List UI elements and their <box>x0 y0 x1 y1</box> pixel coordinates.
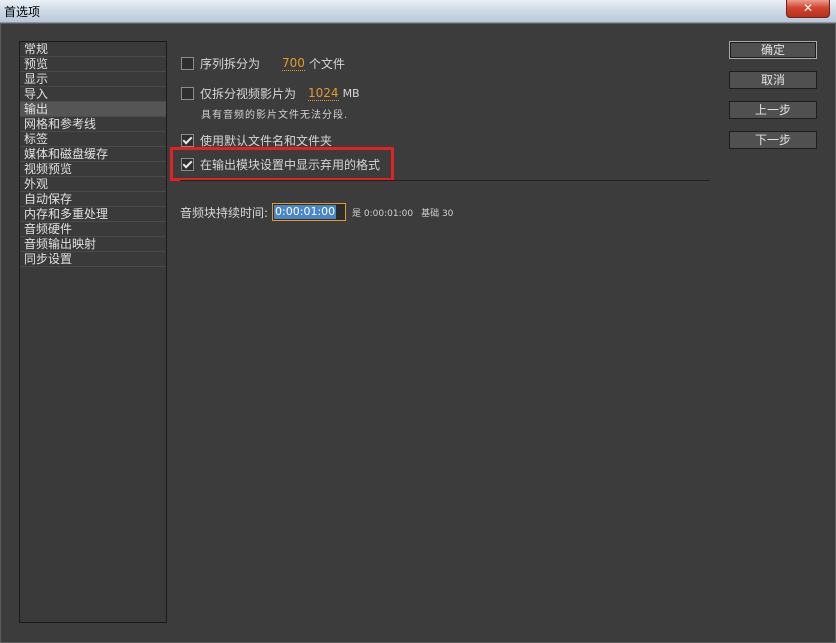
audio-block-row: 音频块持续时间: 0:00:01:00 是 0:00:01:00 基础 30 <box>180 203 453 221</box>
split-video-row: 仅拆分视频影片为 1024 MB <box>181 85 360 102</box>
ok-button[interactable]: 确定 <box>729 41 817 59</box>
category-list: 常规 预览 显示 导入 输出 网格和参考线 标签 媒体和磁盘缓存 视频预览 外观… <box>19 41 167 623</box>
sidebar-item-output[interactable]: 输出 <box>20 102 166 117</box>
close-icon: ✕ <box>802 1 814 15</box>
sidebar-item-audio-output-mapping[interactable]: 音频输出映射 <box>20 237 166 252</box>
sidebar-item-grids-guides[interactable]: 网格和参考线 <box>20 117 166 132</box>
sidebar-item-general[interactable]: 常规 <box>20 42 166 57</box>
sidebar-item-sync-settings[interactable]: 同步设置 <box>20 252 166 267</box>
split-video-label: 仅拆分视频影片为 <box>200 87 297 101</box>
next-button[interactable]: 下一步 <box>729 131 817 149</box>
audio-block-equals: 是 0:00:01:00 <box>352 208 414 219</box>
audio-block-duration-value: 0:00:01:00 <box>274 205 337 219</box>
sidebar-item-import[interactable]: 导入 <box>20 87 166 102</box>
annotation-highlight-box <box>170 147 394 181</box>
window-title: 首选项 <box>4 5 41 19</box>
previous-button[interactable]: 上一步 <box>729 101 817 119</box>
sidebar-item-memory-multiprocessing[interactable]: 内存和多重处理 <box>20 207 166 222</box>
sidebar-item-display[interactable]: 显示 <box>20 72 166 87</box>
split-video-unit: MB <box>342 87 360 100</box>
split-sequence-label: 序列拆分为 <box>200 57 261 71</box>
title-bar: 首选项 ✕ <box>0 0 836 23</box>
audio-block-base: 基础 30 <box>421 208 454 219</box>
default-filename-checkbox[interactable] <box>181 134 194 147</box>
sidebar-item-video-preview[interactable]: 视频预览 <box>20 162 166 177</box>
sidebar-item-media-disk-cache[interactable]: 媒体和磁盘缓存 <box>20 147 166 162</box>
split-sequence-value[interactable]: 700 <box>282 56 305 71</box>
audio-split-note: 具有音频的影片文件无法分段. <box>201 110 349 121</box>
close-button[interactable]: ✕ <box>786 0 830 18</box>
split-sequence-checkbox[interactable] <box>181 57 194 70</box>
section-divider <box>180 180 710 181</box>
sidebar-item-appearance[interactable]: 外观 <box>20 177 166 192</box>
split-sequence-unit: 个文件 <box>308 57 345 71</box>
audio-block-duration-input[interactable]: 0:00:01:00 <box>272 203 347 221</box>
split-video-value[interactable]: 1024 <box>308 86 339 101</box>
split-sequence-row: 序列拆分为 700 个文件 <box>181 55 345 72</box>
sidebar-item-labels[interactable]: 标签 <box>20 132 166 147</box>
split-video-checkbox[interactable] <box>181 87 194 100</box>
sidebar-item-preview[interactable]: 预览 <box>20 57 166 72</box>
sidebar-item-audio-hardware[interactable]: 音频硬件 <box>20 222 166 237</box>
audio-block-label: 音频块持续时间: <box>180 205 269 220</box>
cancel-button[interactable]: 取消 <box>729 71 817 89</box>
sidebar-item-auto-save[interactable]: 自动保存 <box>20 192 166 207</box>
